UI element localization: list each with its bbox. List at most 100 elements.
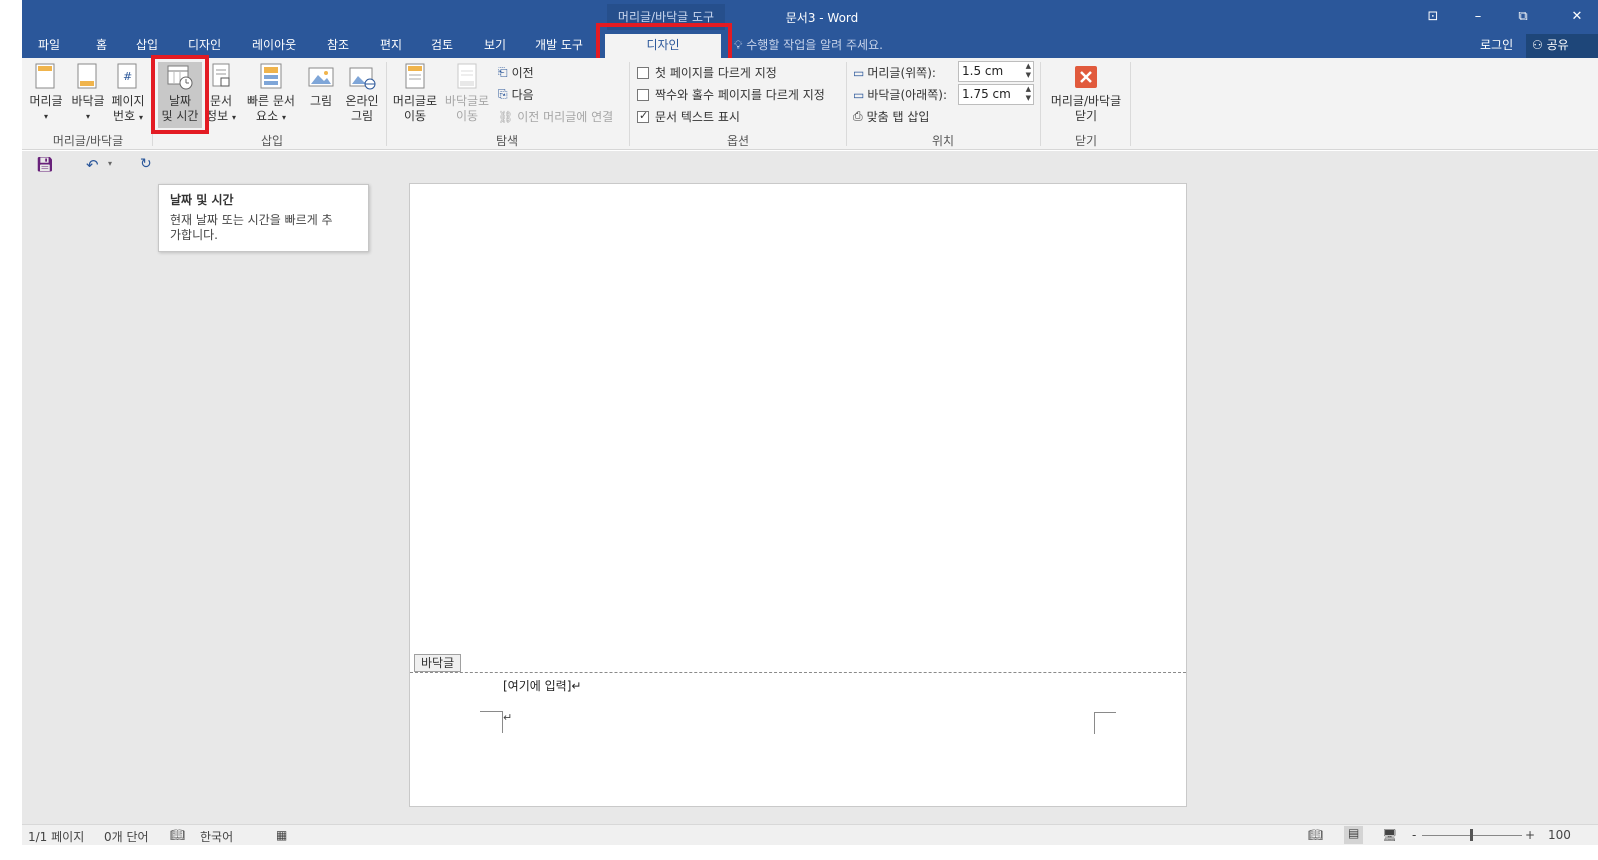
tell-me-box[interactable]: 💡︎ 수행할 작업을 알려 주세요. bbox=[734, 34, 883, 58]
group-separator bbox=[1130, 62, 1131, 146]
online-pictures-icon bbox=[348, 62, 376, 92]
previous-button[interactable]: ⎗ 이전 bbox=[498, 64, 534, 81]
web-layout-icon[interactable]: 🖥︎ bbox=[1382, 828, 1397, 842]
tooltip-body: 현재 날짜 또는 시간을 빠르게 추가합니다. bbox=[170, 213, 333, 242]
tab-developer[interactable]: 개발 도구 bbox=[535, 34, 583, 58]
read-mode-icon[interactable]: 📖︎ bbox=[1308, 828, 1323, 842]
group-separator bbox=[386, 62, 387, 146]
save-icon[interactable]: 💾︎ bbox=[36, 157, 54, 173]
page-number-label-2-text: 번호 bbox=[113, 109, 136, 123]
chevron-down-icon: ▾ bbox=[281, 113, 286, 122]
next-section-icon: ⎘ bbox=[498, 87, 508, 101]
document-area: 💾︎ ↶ ▾ ↻ 바닥글 [여기에 입력]↵ ↵ 날짜 및 시간 현재 날짜 또… bbox=[22, 151, 1598, 824]
header-position-text: 머리글(위쪽): bbox=[867, 66, 936, 80]
tab-references[interactable]: 참조 bbox=[327, 34, 349, 58]
svg-text:#: # bbox=[123, 70, 132, 83]
tab-layout[interactable]: 레이아웃 bbox=[252, 34, 296, 58]
tab-review[interactable]: 검토 bbox=[431, 34, 453, 58]
go-to-header-button[interactable]: 머리글로 이동 bbox=[390, 62, 440, 124]
person-icon: ⚇ bbox=[1532, 38, 1543, 52]
online-pictures-button[interactable]: 온라인 그림 bbox=[342, 62, 382, 124]
zoom-out-button[interactable]: - bbox=[1412, 828, 1416, 842]
next-button[interactable]: ⎘ 다음 bbox=[498, 86, 534, 103]
spinner-arrows-icon[interactable]: ▲ ▼ bbox=[1026, 62, 1031, 80]
go-to-footer-button[interactable]: 바닥글로 이동 bbox=[442, 62, 492, 124]
document-info-label-2: 정보 ▾ bbox=[204, 109, 238, 125]
different-first-page-checkbox[interactable]: 첫 페이지를 다르게 지정 bbox=[637, 64, 777, 81]
header-button[interactable]: 머리글 ▾ bbox=[26, 62, 66, 124]
close-window-button[interactable]: ✕ bbox=[1562, 6, 1592, 28]
zoom-level[interactable]: 100 bbox=[1548, 828, 1571, 842]
ribbon-display-options-icon[interactable]: ⊡ bbox=[1418, 6, 1448, 28]
tab-mailings[interactable]: 편지 bbox=[380, 34, 402, 58]
footer-button[interactable]: 바닥글 ▾ bbox=[68, 62, 108, 124]
different-odd-even-label: 짝수와 홀수 페이지를 다르게 지정 bbox=[655, 88, 825, 102]
group-label-close: 닫기 bbox=[1074, 134, 1098, 148]
undo-icon[interactable]: ↶ bbox=[86, 156, 99, 174]
quick-parts-label-2: 요소 ▾ bbox=[242, 109, 300, 125]
tooltip-title: 날짜 및 시간 bbox=[170, 193, 234, 207]
page-count[interactable]: 1/1 페이지 bbox=[28, 828, 84, 845]
group-label-header-footer: 머리글/바닥글 bbox=[52, 134, 124, 148]
go-to-footer-label-2: 이동 bbox=[455, 109, 479, 123]
header-position-value: 1.5 cm bbox=[962, 64, 1004, 78]
language-indicator[interactable]: 한국어 bbox=[200, 828, 233, 845]
header-position-spinner[interactable]: 1.5 cm ▲ ▼ bbox=[958, 61, 1034, 82]
zoom-in-button[interactable]: + bbox=[1525, 828, 1535, 842]
macro-record-icon[interactable]: ▦ bbox=[276, 828, 287, 842]
footer-section-tag: 바닥글 bbox=[414, 654, 462, 672]
footer-boundary-line bbox=[410, 672, 1186, 673]
login-link[interactable]: 로그인 bbox=[1480, 34, 1513, 56]
insert-alignment-tab-button[interactable]: ⎙ 맞춤 탭 삽입 bbox=[853, 108, 929, 125]
word-window: 머리글/바닥글 도구 문서3 - Word ⊡ – ⧉ ✕ 파일 홈 삽입 디자… bbox=[22, 0, 1598, 860]
word-count[interactable]: 0개 단어 bbox=[104, 828, 149, 845]
redo-icon[interactable]: ↻ bbox=[140, 156, 152, 172]
tab-view[interactable]: 보기 bbox=[484, 34, 506, 58]
link-to-previous-button[interactable]: ⛓ 이전 머리글에 연결 bbox=[498, 108, 613, 125]
status-bar: 1/1 페이지 0개 단어 📖︎ 한국어 ▦ 📖︎ ▤ 🖥︎ - + 100 bbox=[22, 824, 1598, 845]
footer-position-spinner[interactable]: 1.75 cm ▲ ▼ bbox=[958, 84, 1034, 105]
document-page[interactable]: 바닥글 [여기에 입력]↵ ↵ bbox=[409, 183, 1187, 807]
page-number-label-2: 번호 ▾ bbox=[108, 109, 148, 125]
title-bar: 머리글/바닥글 도구 문서3 - Word ⊡ – ⧉ ✕ bbox=[22, 0, 1598, 34]
document-info-button[interactable]: 문서 정보 ▾ bbox=[204, 62, 238, 125]
checkbox-box bbox=[637, 88, 649, 101]
footer-placeholder-text[interactable]: [여기에 입력]↵ bbox=[503, 677, 581, 694]
go-to-header-label-2: 이동 bbox=[403, 109, 427, 123]
go-to-header-icon bbox=[401, 62, 429, 92]
footer-position-text: 바닥글(아래쪽): bbox=[867, 88, 947, 102]
left-margin-strip bbox=[0, 0, 22, 860]
quick-parts-icon bbox=[257, 62, 285, 92]
close-header-footer-label-2: 닫기 bbox=[1074, 109, 1098, 123]
restore-button[interactable]: ⧉ bbox=[1508, 6, 1538, 28]
show-document-text-checkbox[interactable]: 문서 텍스트 표시 bbox=[637, 108, 740, 125]
tell-me-text: 수행할 작업을 알려 주세요. bbox=[746, 38, 883, 52]
tab-file[interactable]: 파일 bbox=[38, 34, 60, 58]
page-number-button[interactable]: # 페이지 번호 ▾ bbox=[108, 62, 148, 125]
share-button[interactable]: ⚇ 공유 bbox=[1526, 34, 1598, 58]
different-odd-even-checkbox[interactable]: 짝수와 홀수 페이지를 다르게 지정 bbox=[637, 86, 825, 103]
quick-parts-button[interactable]: 빠른 문서 요소 ▾ bbox=[242, 62, 300, 125]
crop-mark-left-horizontal bbox=[480, 711, 502, 712]
minimize-button[interactable]: – bbox=[1463, 6, 1493, 28]
online-pictures-label-2: 그림 bbox=[350, 109, 374, 123]
tab-home[interactable]: 홈 bbox=[96, 34, 107, 58]
share-label: 공유 bbox=[1546, 38, 1569, 52]
bottom-strip bbox=[22, 845, 1598, 860]
previous-section-icon: ⎗ bbox=[498, 65, 508, 79]
proofing-icon[interactable]: 📖︎ bbox=[170, 828, 185, 842]
print-layout-icon[interactable]: ▤ bbox=[1344, 826, 1364, 844]
go-to-footer-icon bbox=[453, 62, 481, 92]
spinner-arrows-icon[interactable]: ▲ ▼ bbox=[1026, 85, 1031, 103]
different-first-page-label: 첫 페이지를 다르게 지정 bbox=[655, 66, 777, 80]
date-time-highlight bbox=[151, 55, 209, 134]
paragraph-mark: ↵ bbox=[503, 711, 513, 724]
document-info-label-1: 문서 bbox=[209, 94, 233, 108]
close-header-footer-button[interactable]: 머리글/바닥글 닫기 bbox=[1044, 62, 1128, 124]
close-red-x-icon bbox=[1072, 62, 1100, 92]
footer-label: 바닥글 bbox=[71, 94, 105, 108]
next-label: 다음 bbox=[511, 88, 534, 102]
picture-button[interactable]: 그림 bbox=[304, 62, 338, 109]
zoom-slider-thumb[interactable] bbox=[1470, 829, 1473, 841]
undo-dropdown-icon[interactable]: ▾ bbox=[108, 159, 112, 168]
